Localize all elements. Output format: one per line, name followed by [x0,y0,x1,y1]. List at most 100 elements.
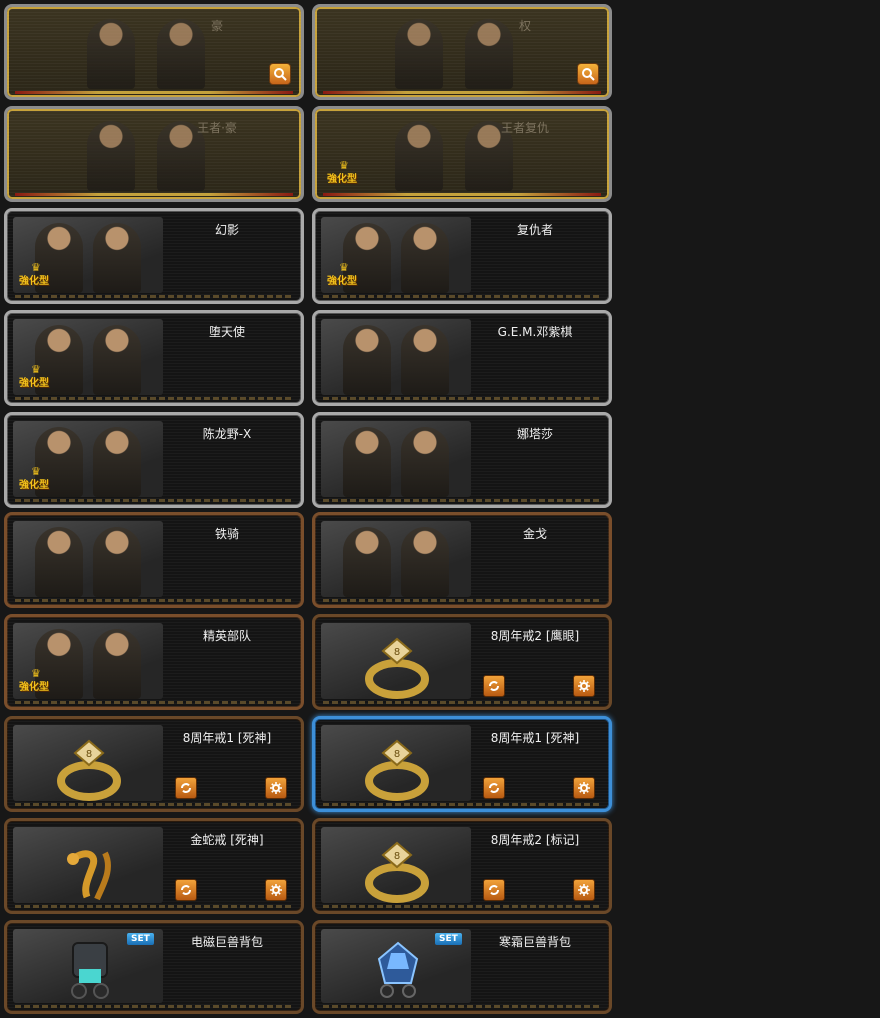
card-title: 8周年戒2 [标记] [490,833,580,847]
enhanced-badge: ♛ 強化型 [19,261,49,287]
card-bottom-bar [323,295,601,298]
item-card[interactable]: 8 8周年戒2 [标记] [312,818,612,914]
card-title: 8周年戒1 [死神] [182,731,272,745]
item-card[interactable]: SET 寒霜巨兽背包 [312,920,612,1014]
character-figure [343,427,391,497]
set-badge: SET [435,933,462,945]
gear-icon[interactable] [265,879,287,901]
card-title: 陈龙野-X [202,427,252,441]
ring-icon: 8 [57,739,121,801]
card-title: 王者·豪 [197,121,237,135]
card-title: 豪 [210,19,223,33]
card-bottom-bar [15,295,293,298]
character-figure [343,527,391,597]
character-card[interactable]: 娜塔莎 [312,412,612,508]
gear-icon[interactable] [573,777,595,799]
card-title: 权 [518,19,531,33]
card-title: 精英部队 [202,629,251,643]
card-title: 8周年戒1 [死神] [490,731,580,745]
card-bottom-bar [323,91,601,94]
magnifier-icon[interactable] [269,63,291,85]
card-bottom-bar [15,1005,293,1008]
card-title: 复仇者 [516,223,553,237]
character-figure [93,427,141,497]
item-art: 8 [321,827,471,903]
card-bottom-bar [323,905,601,908]
card-bottom-bar [15,193,293,196]
character-card[interactable]: 复仇者 ♛ 強化型 [312,208,612,304]
character-figure [93,629,141,699]
character-figure [401,527,449,597]
card-bottom-bar [15,499,293,502]
set-badge: SET [127,933,154,945]
item-art [13,827,163,903]
svg-text:8: 8 [394,647,400,658]
character-card[interactable]: 豪 [4,4,304,100]
character-portrait [321,521,471,597]
card-title: 幻影 [214,223,239,237]
magnifier-icon[interactable] [577,63,599,85]
item-card-selected[interactable]: 8 8周年戒1 [死神] [312,716,612,812]
card-bottom-bar [323,599,601,602]
character-card[interactable]: G.E.M.邓紫棋 [312,310,612,406]
character-figure [87,121,135,191]
character-figure [401,325,449,395]
character-card[interactable]: 陈龙野-X ♛ 強化型 [4,412,304,508]
card-title: 堕天使 [208,325,245,339]
card-title: 王者复仇 [500,121,549,135]
character-figure [343,325,391,395]
backpack-icon [71,942,109,999]
ring-icon: 8 [365,637,429,699]
renew-icon[interactable] [175,879,197,901]
card-title: 娜塔莎 [516,427,553,441]
card-title: G.E.M.邓紫棋 [497,325,573,339]
renew-icon[interactable] [175,777,197,799]
item-card[interactable]: 8 8周年戒1 [死神] [4,716,304,812]
renew-icon[interactable] [483,879,505,901]
character-card[interactable]: 精英部队 ♛ 強化型 [4,614,304,710]
enhanced-badge: ♛ 強化型 [19,667,49,693]
item-card[interactable]: SET 电磁巨兽背包 [4,920,304,1014]
character-card[interactable]: 王者复仇 ♛ 強化型 [312,106,612,202]
gear-icon[interactable] [265,777,287,799]
character-figure [35,527,83,597]
character-card[interactable]: 堕天使 ♛ 強化型 [4,310,304,406]
character-figure [87,19,135,89]
card-bottom-bar [323,803,601,806]
character-card[interactable]: 权 [312,4,612,100]
character-figure [395,19,443,89]
card-bottom-bar [323,397,601,400]
card-bottom-bar [323,1005,601,1008]
character-portrait [13,521,163,597]
ring-icon: 8 [365,841,429,903]
svg-text:8: 8 [86,749,92,760]
card-bottom-bar [323,701,601,704]
character-figure [93,325,141,395]
character-card[interactable]: 金戈 [312,512,612,608]
gear-icon[interactable] [573,675,595,697]
enhanced-badge: ♛ 強化型 [19,465,49,491]
enhanced-badge: ♛ 強化型 [327,261,357,287]
renew-icon[interactable] [483,675,505,697]
card-bottom-bar [15,397,293,400]
character-card[interactable]: 王者·豪 [4,106,304,202]
backpack-icon [377,941,419,998]
item-art: 8 [321,725,471,801]
ring-icon: 8 [365,739,429,801]
item-card[interactable]: 8 8周年戒2 [鹰眼] [312,614,612,710]
character-figure [401,223,449,293]
item-card[interactable]: 金蛇戒 [死神] [4,818,304,914]
character-portrait [321,421,471,497]
card-bottom-bar [15,701,293,704]
character-card[interactable]: 幻影 ♛ 強化型 [4,208,304,304]
character-card[interactable]: 铁骑 [4,512,304,608]
card-bottom-bar [323,499,601,502]
card-bottom-bar [15,905,293,908]
renew-icon[interactable] [483,777,505,799]
character-figure [395,121,443,191]
character-figure [93,223,141,293]
enhanced-badge: ♛ 強化型 [19,363,49,389]
card-bottom-bar [15,91,293,94]
item-art: 8 [321,623,471,699]
gear-icon[interactable] [573,879,595,901]
